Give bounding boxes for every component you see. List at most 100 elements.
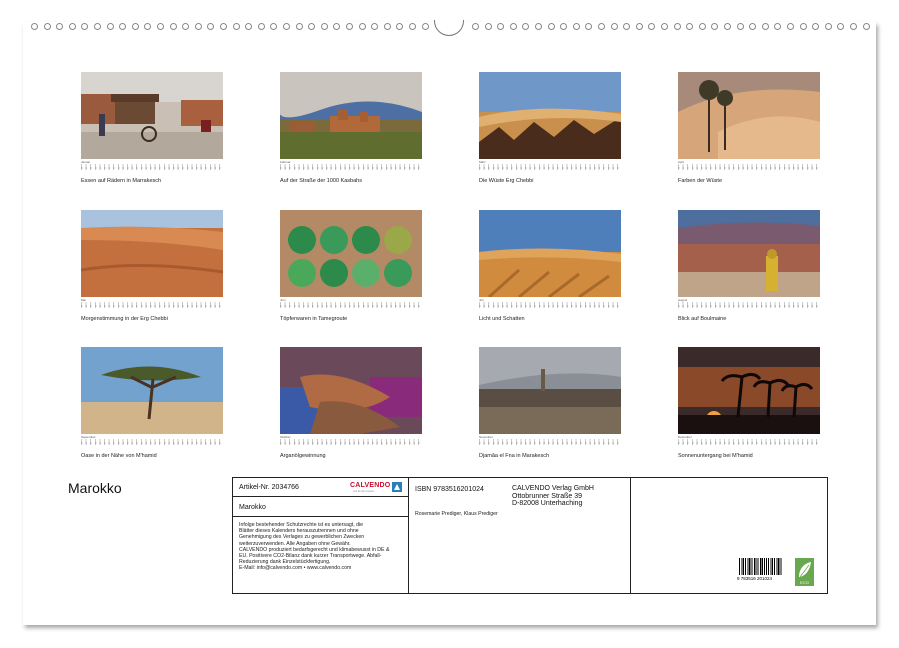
month-caption: Arganölgewinnung [280, 453, 326, 459]
binding-ring [144, 23, 152, 30]
legal-notice-line: E-Mail: info@calvendo.com • www.calvendo… [239, 565, 352, 572]
month-photo [678, 72, 820, 159]
binding-ring [68, 23, 76, 30]
binding-ring [346, 23, 353, 30]
binding-ring [698, 23, 706, 30]
month-photo [81, 72, 223, 159]
binding-ring [94, 23, 101, 30]
binding-ring [547, 23, 555, 30]
binding-ring [824, 23, 832, 30]
binding-ring [295, 23, 303, 30]
month-caption: Töpferwaren in Tamegroute [280, 316, 348, 322]
mini-calendar-weekdays [280, 167, 422, 169]
month-caption: Morgenstimmung in der Erg Chebbi [81, 316, 168, 322]
month-caption: Sonnenuntergang bei M'hamid [678, 453, 753, 459]
mini-calendar-weekdays [479, 305, 621, 307]
month-tile-januar: Januar Essen auf Rädern in Marrakesch [81, 72, 223, 187]
binding-ring [283, 23, 290, 30]
binding-ring [484, 23, 492, 30]
month-photo [678, 210, 820, 297]
legal-notice: Infolge bestehender Schutzrechte ist es … [239, 522, 407, 572]
month-photo [280, 210, 422, 297]
binding-ring [509, 23, 517, 30]
info-column-article: Artikel-Nr. 2034766 CALVENDO Gut für die… [233, 478, 409, 593]
binding-ring [862, 23, 870, 30]
binding-ring [182, 23, 190, 30]
binding-ring [220, 23, 227, 30]
barcode: 9 783516 201024 [737, 558, 783, 582]
month-caption: Auf der Straße der 1000 Kasbahs [280, 178, 362, 184]
svg-text:ECO: ECO [800, 580, 809, 585]
month-tile-august: August Blick auf Boulmaine [678, 210, 820, 325]
binding-ring [724, 23, 731, 30]
mini-calendar-weekdays [678, 305, 820, 307]
month-photo [678, 347, 820, 434]
barcode-bars [739, 558, 783, 575]
binding-ring [43, 23, 51, 30]
calvendo-mark-icon [392, 482, 402, 492]
binding-ring [572, 23, 580, 30]
month-tile-juni: Juni Töpferwaren in Tamegroute [280, 210, 422, 325]
month-caption: Blick auf Boulmaine [678, 316, 727, 322]
binding-ring [535, 23, 542, 30]
month-photo [479, 72, 621, 159]
binding-ring [31, 23, 38, 30]
binding-ring [245, 23, 253, 30]
mini-calendar-weekdays [280, 305, 422, 307]
month-tile-november: November Djamâa el Fna in Marakesch [479, 347, 621, 462]
binding-ring [598, 23, 605, 30]
binding-ring [610, 23, 618, 30]
article-row: Artikel-Nr. 2034766 CALVENDO Gut für die… [233, 478, 408, 497]
binding-ring [799, 23, 807, 30]
binding-ring [585, 23, 593, 30]
month-tile-märz: März Die Wüste Erg Chebbi [479, 72, 621, 187]
month-caption: Djamâa el Fna in Marakesch [479, 453, 550, 459]
binding-ring [194, 23, 202, 30]
mini-calendar-weekdays [479, 167, 621, 169]
binding-ring [661, 23, 668, 30]
binding-ring [207, 23, 215, 30]
month-caption: Oase in der Nähe von M'hamid [81, 453, 157, 459]
binding-ring [560, 23, 568, 30]
mini-calendar-weekdays [81, 305, 223, 307]
month-tile-juli: Juli Licht und Schatten [479, 210, 621, 325]
month-photo [81, 210, 223, 297]
publisher-line: Ottobrunner Straße 39 [512, 492, 583, 500]
binding-ring [320, 23, 328, 30]
mini-calendar-weekdays [81, 442, 223, 444]
month-tile-dezember: Dezember Sonnenuntergang bei M'hamid [678, 347, 820, 462]
binding-ring [396, 23, 404, 30]
binding-ring [106, 23, 114, 30]
binding-ring [358, 23, 366, 30]
binding-ring [648, 23, 656, 30]
binding-ring [837, 23, 845, 30]
month-photo [479, 210, 621, 297]
binding-ring [686, 23, 694, 30]
binding-ring [497, 23, 505, 30]
info-box: Artikel-Nr. 2034766 CALVENDO Gut für die… [232, 477, 828, 594]
binding-ring [774, 23, 782, 30]
binding-ring [623, 23, 631, 30]
binding-ring [850, 23, 857, 30]
eco-leaf-icon: ECO [795, 558, 814, 586]
binding-ring [761, 23, 769, 30]
binding-ring [119, 23, 127, 30]
month-tile-mai: Mai Morgenstimmung in der Erg Chebbi [81, 210, 223, 325]
binding-ring [232, 23, 240, 30]
binding-ring [383, 23, 391, 30]
month-tile-april: April Farben der Wüste [678, 72, 820, 187]
binding-ring [308, 23, 316, 30]
binding-ring [157, 23, 164, 30]
binding-ring [81, 23, 89, 30]
mini-calendar-weekdays [479, 442, 621, 444]
authors: Rosemarie Prediger, Klaus Prediger [415, 511, 498, 517]
mini-calendar-weekdays [280, 442, 422, 444]
calvendo-logo: CALVENDO Gut für die Umwelt [350, 482, 402, 494]
month-tile-september: September Oase in der Nähe von M'hamid [81, 347, 223, 462]
month-caption: Licht und Schatten [479, 316, 525, 322]
binding-ring [270, 23, 278, 30]
month-tile-oktober: Oktober Arganölgewinnung [280, 347, 422, 462]
binding-ring [131, 23, 139, 30]
info-column-isbn: ISBN 9783516201024 Rosemarie Prediger, K… [409, 478, 631, 593]
month-caption: Farben der Wüste [678, 178, 723, 184]
